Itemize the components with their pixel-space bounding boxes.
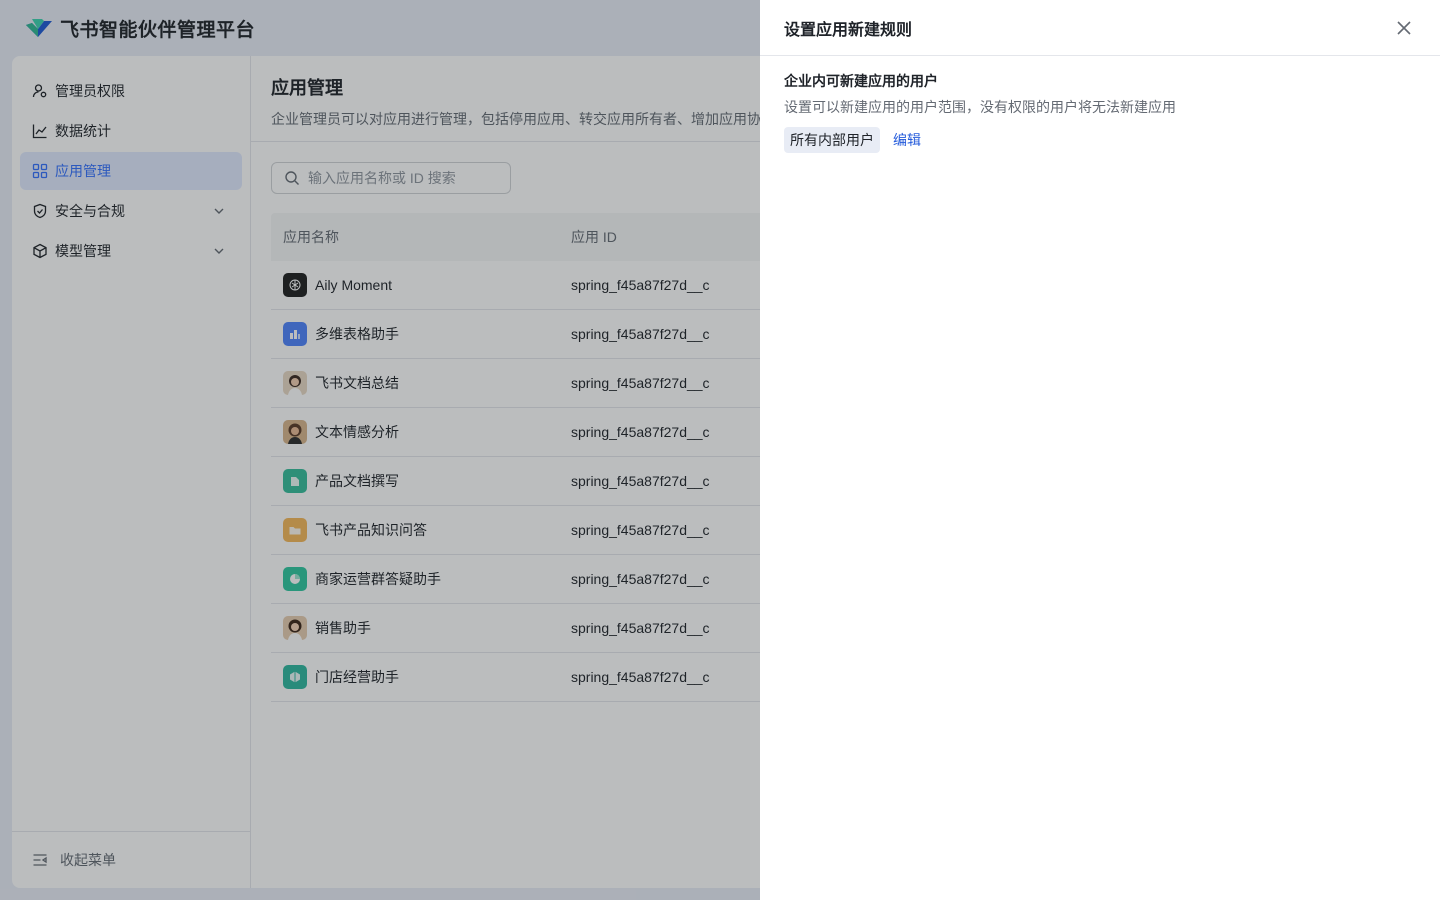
section-description: 设置可以新建应用的用户范围，没有权限的用户将无法新建应用 (784, 99, 1176, 115)
drawer-title: 设置应用新建规则 (784, 21, 913, 39)
edit-link[interactable]: 编辑 (893, 130, 921, 150)
settings-drawer: 设置应用新建规则 企业内可新建应用的用户 设置可以新建应用的用户范围，没有权限的… (760, 0, 1440, 900)
drawer-header: 设置应用新建规则 (760, 0, 1440, 56)
drawer-body: 企业内可新建应用的用户 设置可以新建应用的用户范围，没有权限的用户将无法新建应用… (760, 56, 1440, 153)
scope-row: 所有内部用户 编辑 (784, 127, 1416, 153)
section-title: 企业内可新建应用的用户 (784, 73, 938, 89)
drawer-overlay-mask[interactable] (0, 0, 760, 900)
scope-tag: 所有内部用户 (784, 127, 880, 153)
close-icon[interactable] (1396, 20, 1412, 36)
